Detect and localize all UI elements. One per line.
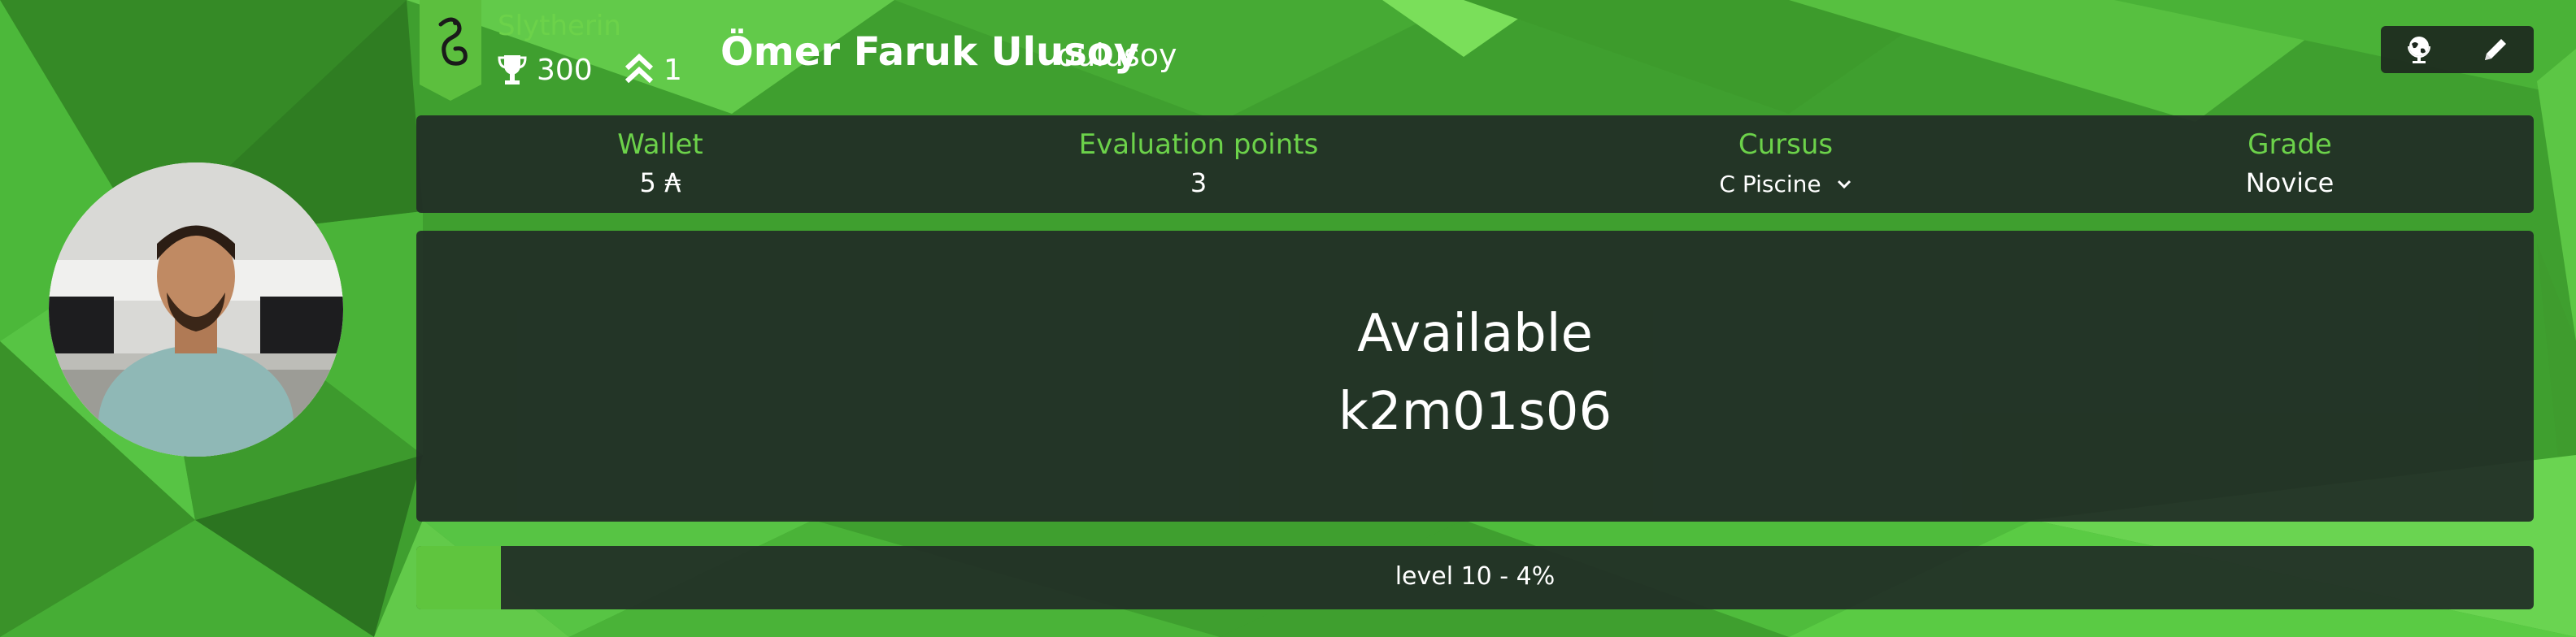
coalition-rank: 1 [624, 50, 682, 89]
coalition-banner [420, 0, 481, 101]
coalition-rank-value: 1 [664, 53, 682, 87]
user-login: oulusoy [1057, 37, 1177, 73]
wallet-label: Wallet [617, 128, 703, 161]
cursus-label: Cursus [1738, 128, 1834, 161]
cursus-stat: Cursus C Piscine [1542, 115, 2030, 213]
location-status: Available [1357, 304, 1593, 364]
coalition-score: 300 [498, 50, 593, 89]
globe-button[interactable] [2401, 32, 2437, 67]
location-panel: Available k2m01s06 [416, 231, 2534, 522]
grade-stat: Grade Novice [2046, 115, 2534, 213]
evaluation-points-value: 3 [1190, 167, 1208, 198]
grade-label: Grade [2247, 128, 2332, 161]
wallet-value: 5 ₳ [639, 167, 681, 198]
profile-actions [2381, 26, 2534, 73]
cursus-select[interactable]: C Piscine [1719, 171, 1852, 197]
wallet-stat: Wallet 5 ₳ [416, 115, 904, 213]
level-progress-bar: level 10 - 4% [416, 546, 2534, 609]
stats-bar: Wallet 5 ₳ Evaluation points 3 Cursus C … [416, 115, 2534, 213]
edit-profile-button[interactable] [2478, 32, 2513, 67]
coalition-name: Slytherin [498, 10, 621, 42]
globe-icon [2408, 37, 2430, 63]
pencil-icon [2485, 39, 2506, 60]
coalition-score-value: 300 [537, 53, 593, 87]
level-progress-text: level 10 - 4% [1395, 562, 1556, 591]
cursus-selected-value: C Piscine [1719, 171, 1821, 197]
location-host: k2m01s06 [1338, 382, 1612, 442]
grade-value: Novice [2245, 167, 2334, 198]
evaluation-points-stat: Evaluation points 3 [955, 115, 1442, 213]
rank-chevron-icon [624, 54, 654, 84]
evaluation-points-label: Evaluation points [1078, 128, 1319, 161]
avatar-photo [49, 162, 343, 457]
trophy-icon [498, 55, 527, 84]
chevron-down-icon [1837, 180, 1851, 188]
user-avatar [49, 162, 343, 457]
